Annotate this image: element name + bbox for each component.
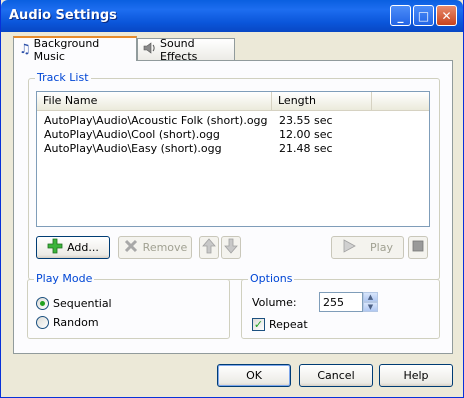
repeat-label[interactable]: Repeat	[269, 318, 308, 331]
file-name-cell: AutoPlay\Audio\Acoustic Folk (short).ogg	[44, 114, 268, 127]
audio-settings-window: Audio Settings _ □ ✕ ♫ Background Music …	[0, 0, 464, 398]
plus-icon	[47, 238, 63, 257]
length-cell: 12.00 sec	[279, 128, 333, 141]
arrow-down-icon	[224, 238, 238, 257]
ok-button-label: OK	[246, 369, 262, 382]
volume-down-button[interactable]: ▼	[363, 302, 378, 312]
stop-button[interactable]	[408, 236, 428, 259]
maximize-icon: □	[417, 8, 430, 23]
window-title: Audio Settings	[9, 8, 117, 23]
tab-sound-effects[interactable]: Sound Effects	[137, 36, 235, 63]
options-group-label: Options	[248, 272, 295, 285]
minimize-icon: _	[397, 8, 404, 23]
maximize-button[interactable]: □	[413, 5, 434, 26]
stop-icon	[412, 240, 424, 255]
random-label[interactable]: Random	[53, 316, 99, 329]
length-cell: 21.48 sec	[279, 142, 333, 155]
volume-label: Volume:	[252, 296, 297, 309]
play-mode-group-label: Play Mode	[34, 272, 95, 285]
close-icon: ✕	[441, 8, 452, 23]
volume-up-button[interactable]: ▲	[363, 292, 378, 302]
sequential-radio[interactable]	[36, 297, 49, 310]
table-row[interactable]: AutoPlay\Audio\Cool (short).ogg 12.00 se…	[37, 128, 429, 142]
add-button-label: Add...	[67, 241, 99, 254]
speaker-icon	[143, 42, 157, 57]
track-list-group-label: Track List	[35, 71, 91, 84]
play-icon	[342, 239, 356, 256]
repeat-checkbox[interactable]: ✓	[252, 318, 265, 331]
table-row[interactable]: AutoPlay\Audio\Acoustic Folk (short).ogg…	[37, 114, 429, 128]
close-button[interactable]: ✕	[436, 5, 457, 26]
column-header-file-name[interactable]: File Name	[37, 92, 272, 110]
move-down-button[interactable]	[221, 236, 241, 259]
file-name-cell: AutoPlay\Audio\Easy (short).ogg	[44, 142, 222, 155]
tab-background-music[interactable]: ♫ Background Music	[13, 36, 137, 63]
remove-button-label: Remove	[142, 241, 188, 254]
help-button-label: Help	[403, 369, 429, 382]
file-name-cell: AutoPlay\Audio\Cool (short).ogg	[44, 128, 220, 141]
help-button[interactable]: Help	[379, 364, 453, 387]
length-cell: 23.55 sec	[279, 114, 333, 127]
ok-button[interactable]: OK	[217, 364, 291, 387]
sequential-label[interactable]: Sequential	[53, 297, 112, 310]
play-button[interactable]: Play	[331, 236, 404, 259]
music-note-icon: ♫	[19, 42, 31, 57]
tab-label: Sound Effects	[160, 36, 198, 63]
arrow-up-icon	[202, 238, 216, 257]
remove-button[interactable]: Remove	[118, 236, 192, 259]
add-button[interactable]: Add...	[36, 236, 110, 259]
random-radio[interactable]	[36, 316, 49, 329]
move-up-button[interactable]	[199, 236, 219, 259]
volume-input[interactable]	[319, 292, 363, 312]
list-header: File Name Length	[37, 92, 429, 111]
column-header-length[interactable]: Length	[272, 92, 372, 110]
remove-x-icon	[123, 238, 139, 257]
table-row[interactable]: AutoPlay\Audio\Easy (short).ogg 21.48 se…	[37, 142, 429, 156]
cancel-button[interactable]: Cancel	[299, 364, 373, 387]
minimize-button[interactable]: _	[390, 5, 411, 26]
play-button-label: Play	[370, 241, 393, 254]
tab-label: Background Music	[33, 36, 100, 63]
cancel-button-label: Cancel	[317, 369, 355, 382]
track-list-view[interactable]: File Name Length AutoPlay\Audio\Acoustic…	[36, 91, 430, 227]
title-bar[interactable]: Audio Settings _ □ ✕	[1, 0, 463, 32]
